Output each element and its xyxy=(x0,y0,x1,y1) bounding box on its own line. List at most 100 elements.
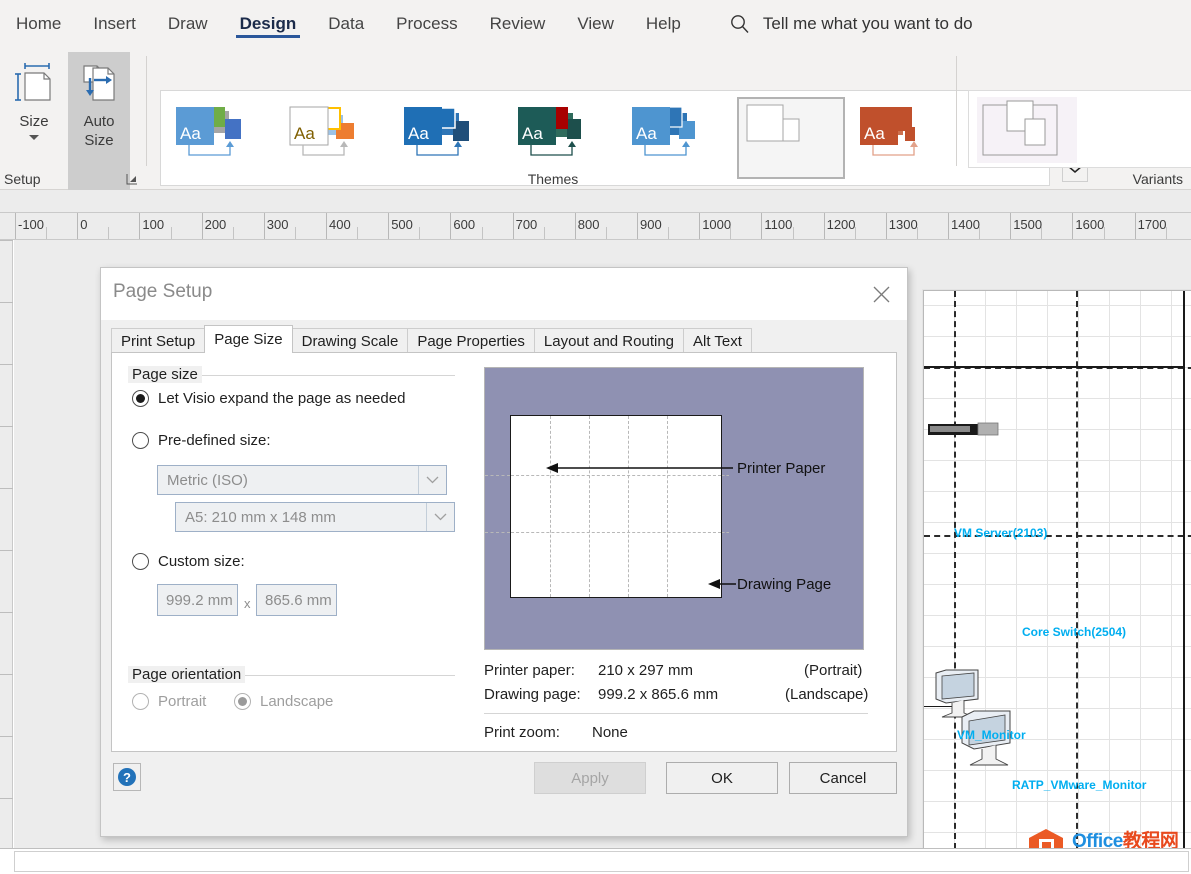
horizontal-scrollbar-track[interactable] xyxy=(14,851,1189,872)
dialog-tab-layout-and-routing[interactable]: Layout and Routing xyxy=(534,328,684,353)
ruler-tick xyxy=(1072,213,1073,240)
dialog-tab-page-size[interactable]: Page Size xyxy=(204,325,292,353)
ruler-tick xyxy=(637,213,638,240)
ruler-tick xyxy=(77,213,78,240)
svg-text:Aa: Aa xyxy=(636,124,657,143)
shape-label-vm-monitor[interactable]: VM_Monitor xyxy=(957,728,1026,742)
shape-label-vm-server[interactable]: VM Server(2103) xyxy=(954,526,1047,540)
apply-button[interactable]: Apply xyxy=(534,762,646,794)
group-divider xyxy=(956,56,957,166)
ribbon-group-themes: Aa Aa xyxy=(148,48,958,190)
custom-height-input[interactable]: 865.6 mm xyxy=(256,584,337,616)
preview-grid-line xyxy=(550,416,551,597)
ribbon-tab-design[interactable]: Design xyxy=(224,0,313,48)
switch-shape[interactable] xyxy=(928,421,1000,439)
chevron-down-icon[interactable] xyxy=(29,135,39,140)
cancel-button[interactable]: Cancel xyxy=(789,762,897,794)
close-icon[interactable] xyxy=(865,278,897,310)
ruler-label: 800 xyxy=(578,217,600,232)
grid-line xyxy=(924,305,1191,306)
ruler-tick xyxy=(886,213,887,240)
ruler-tick xyxy=(0,612,13,613)
theme-swatch-3[interactable]: Aa xyxy=(509,97,617,179)
ribbon-tab-home[interactable]: Home xyxy=(0,0,77,48)
drawing-page[interactable]: VM Server(2103) Core Switch(2504) VM_Mon… xyxy=(923,290,1191,848)
chevron-down-icon[interactable] xyxy=(418,466,446,494)
dialog-tab-alt-text[interactable]: Alt Text xyxy=(683,328,752,353)
radio-portrait[interactable]: Portrait xyxy=(132,693,206,710)
radio-indicator[interactable] xyxy=(132,390,149,407)
ruler-tick xyxy=(761,213,762,240)
page-break-vertical xyxy=(1076,291,1078,848)
ribbon-tab-review[interactable]: Review xyxy=(474,0,562,48)
grid-line xyxy=(1140,291,1141,848)
preview-grid-line xyxy=(511,532,721,533)
radio-let-visio-expand[interactable]: Let Visio expand the page as needed xyxy=(132,390,405,407)
ribbon-tab-draw[interactable]: Draw xyxy=(152,0,224,48)
ruler-label: 1400 xyxy=(951,217,980,232)
drawing-page-label: Drawing Page xyxy=(737,576,831,593)
horizontal-scrollbar[interactable] xyxy=(0,848,1191,874)
horizontal-ruler[interactable]: -100010020030040050060070080090010001100… xyxy=(0,212,1191,240)
theme-swatch-2[interactable]: Aa xyxy=(395,97,503,179)
ribbon-tab-help[interactable]: Help xyxy=(630,0,697,48)
tell-me-box[interactable]: Tell me what you want to do xyxy=(729,13,973,35)
ribbon-tab-insert[interactable]: Insert xyxy=(77,0,152,48)
ribbon-tab-data[interactable]: Data xyxy=(312,0,380,48)
grid-line xyxy=(924,491,1191,492)
chevron-down-icon[interactable] xyxy=(426,503,454,531)
radio-landscape[interactable]: Landscape xyxy=(234,693,333,710)
radio-indicator[interactable] xyxy=(132,432,149,449)
radio-label: Custom size: xyxy=(158,553,245,570)
theme-swatch-0[interactable]: Aa xyxy=(167,97,275,179)
shape-label-core-switch[interactable]: Core Switch(2504) xyxy=(1022,625,1126,639)
shape-label-ratp-vmware-monitor[interactable]: RATP_VMware_Monitor xyxy=(1012,778,1146,792)
vertical-ruler[interactable] xyxy=(0,240,13,848)
theme-swatch-4[interactable]: Aa xyxy=(623,97,731,179)
ruler-tick xyxy=(1010,213,1011,240)
ruler-tick xyxy=(202,213,203,240)
ruler-tick xyxy=(699,213,700,240)
size-separator: x xyxy=(244,596,251,611)
dialog-tab-print-setup[interactable]: Print Setup xyxy=(111,328,205,353)
theme-swatch-1[interactable]: Aa xyxy=(281,97,389,179)
grid-line xyxy=(924,522,1191,523)
printer-paper-label: Printer Paper xyxy=(737,460,825,477)
ruler-spacer xyxy=(0,190,1191,212)
ruler-tick-minor xyxy=(419,227,420,240)
predefined-size-combobox[interactable]: A5: 210 mm x 148 mm xyxy=(175,502,455,532)
connector-line[interactable] xyxy=(924,366,1184,368)
radio-indicator[interactable] xyxy=(234,693,251,710)
ribbon-tab-view[interactable]: View xyxy=(561,0,630,48)
predefined-standard-combobox[interactable]: Metric (ISO) xyxy=(157,465,447,495)
custom-width-value: 999.2 mm xyxy=(158,592,233,609)
ribbon-tab-process[interactable]: Process xyxy=(380,0,473,48)
ruler-label: 600 xyxy=(453,217,475,232)
grid-line xyxy=(1171,291,1172,848)
auto-size-button[interactable]: Auto Size xyxy=(68,52,130,190)
radio-pre-defined-size[interactable]: Pre-defined size: xyxy=(132,432,271,449)
ok-button[interactable]: OK xyxy=(666,762,778,794)
size-button[interactable]: Size xyxy=(8,52,60,170)
radio-indicator[interactable] xyxy=(132,553,149,570)
radio-custom-size[interactable]: Custom size: xyxy=(132,553,245,570)
predefined-size-value: A5: 210 mm x 148 mm xyxy=(176,509,336,526)
radio-indicator[interactable] xyxy=(132,693,149,710)
connector-line[interactable] xyxy=(1183,291,1185,848)
dialog-tab-drawing-scale[interactable]: Drawing Scale xyxy=(292,328,409,353)
page-setup-dialog[interactable]: Page Setup Print Setup Page Size Drawing… xyxy=(100,267,908,837)
preview-grid-line xyxy=(628,416,629,597)
ruler-tick xyxy=(450,213,451,240)
custom-width-input[interactable]: 999.2 mm xyxy=(157,584,238,616)
variant-swatch-0[interactable] xyxy=(977,97,1077,163)
theme-swatch-6[interactable]: Aa xyxy=(851,97,959,179)
variants-gallery[interactable] xyxy=(968,90,1191,168)
print-zoom-value: None xyxy=(592,724,628,741)
ruler-label: 0 xyxy=(80,217,87,232)
dialog-tab-page-properties[interactable]: Page Properties xyxy=(407,328,535,353)
ruler-tick-minor xyxy=(108,227,109,240)
theme-swatch-5-selected[interactable] xyxy=(737,97,845,179)
help-button[interactable]: ? xyxy=(113,763,141,791)
ruler-tick-minor xyxy=(793,227,794,240)
setup-dialog-launcher[interactable] xyxy=(126,173,139,186)
